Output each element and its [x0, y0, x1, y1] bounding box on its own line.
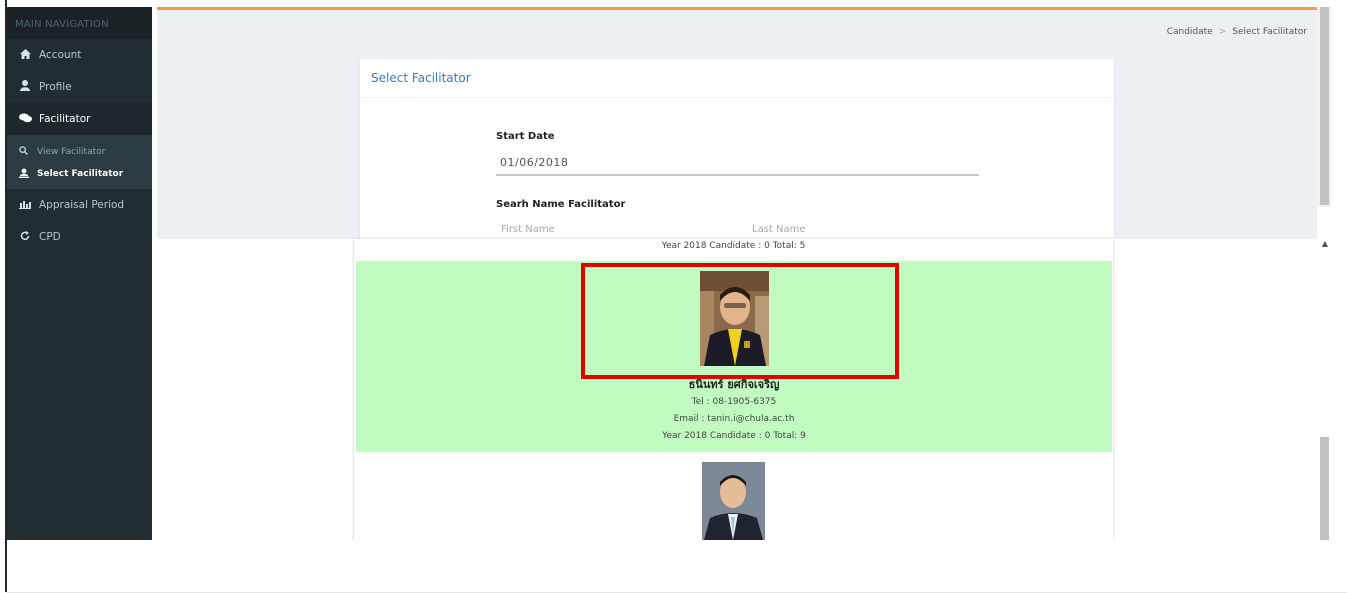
start-date-label: Start Date — [496, 131, 555, 142]
facilitator-meta: Year 2018 Candidate : 0 Total: 5 — [661, 241, 806, 251]
content-area: Candidate > Select Facilitator Select Faci… — [157, 7, 1317, 239]
facilitator-tel: Tel : 08-1905-6375 — [691, 397, 777, 407]
sidebar-item-label: Facilitator — [39, 113, 91, 125]
sidebar-item-label: Account — [39, 49, 82, 61]
list-item[interactable]: Year 2018 Candidate : 0 Total: 5 — [354, 239, 1113, 261]
sidebar-subitem-label: Select Facilitator — [37, 169, 124, 179]
highlight-box — [581, 263, 899, 379]
panel-title: Select Facilitator — [360, 59, 1114, 98]
bottom-bar — [7, 540, 1347, 593]
sidebar: MAIN NAVIGATION Account Profile Facilita… — [7, 7, 152, 540]
comments-icon — [17, 113, 33, 126]
scroll-up-arrow-icon[interactable]: ▲ — [1319, 238, 1331, 250]
last-name-input[interactable]: Last Name — [752, 224, 806, 235]
sidebar-item-profile[interactable]: Profile — [7, 71, 152, 103]
refresh-icon — [17, 230, 33, 244]
search-icon — [19, 146, 32, 158]
header-accent-bar — [157, 7, 1317, 10]
user-select-icon — [19, 168, 32, 181]
select-facilitator-panel: Select Facilitator Start Date 01/06/2018… — [360, 59, 1114, 239]
sidebar-item-facilitator[interactable]: Facilitator — [7, 103, 152, 135]
sidebar-subitem-view-facilitator[interactable]: View Facilitator — [7, 141, 152, 163]
list-item[interactable] — [354, 452, 1113, 540]
sidebar-item-cpd[interactable]: CPD — [7, 221, 152, 253]
sidebar-item-label: Appraisal Period — [39, 199, 125, 211]
search-name-label: Searh Name Facilitator — [496, 199, 626, 210]
sidebar-subitem-label: View Facilitator — [37, 147, 106, 157]
first-name-input[interactable]: First Name — [501, 224, 555, 235]
facilitator-photo — [702, 462, 765, 540]
sidebar-item-label: CPD — [39, 231, 61, 243]
breadcrumb-current: Select Facilitator — [1232, 27, 1307, 37]
sidebar-header: MAIN NAVIGATION — [7, 7, 152, 39]
scrollbar-thumb[interactable] — [1320, 7, 1329, 205]
window-edge — [0, 0, 7, 592]
chart-icon — [17, 199, 33, 212]
breadcrumb: Candidate > Select Facilitator — [1167, 27, 1307, 37]
facilitator-submenu: View Facilitator Select Facilitator — [7, 135, 152, 189]
facilitator-meta: Year 2018 Candidate : 0 Total: 9 — [662, 431, 806, 441]
sidebar-item-account[interactable]: Account — [7, 39, 152, 71]
start-date-underline — [496, 174, 979, 176]
start-date-input[interactable]: 01/06/2018 — [500, 156, 568, 169]
home-icon — [17, 48, 33, 62]
sidebar-subitem-select-facilitator[interactable]: Select Facilitator — [7, 163, 152, 185]
sidebar-item-appraisal-period[interactable]: Appraisal Period — [7, 189, 152, 221]
breadcrumb-item[interactable]: Candidate — [1167, 27, 1213, 37]
sidebar-item-label: Profile — [39, 81, 72, 93]
facilitator-email: Email : tanin.i@chula.ac.th — [673, 414, 795, 424]
breadcrumb-separator: > — [1218, 27, 1227, 37]
user-icon — [17, 80, 33, 94]
list-scrollbar-thumb[interactable] — [1320, 437, 1329, 540]
